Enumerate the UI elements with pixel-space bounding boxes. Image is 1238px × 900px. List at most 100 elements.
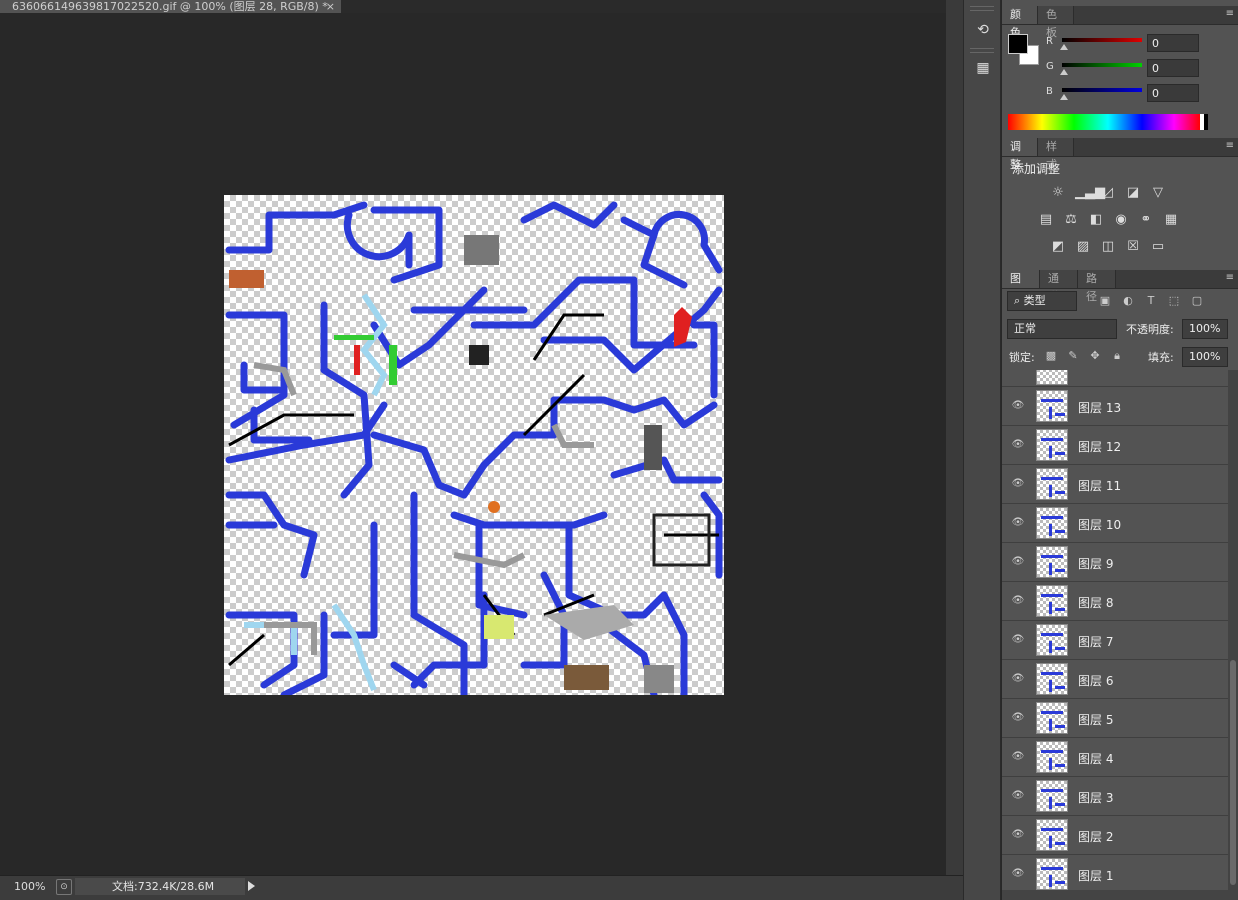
document-tab[interactable]: 636066149639817022520.gif @ 100% (图层 28,… [0, 0, 341, 13]
channel-b-input[interactable]: 0 [1147, 84, 1199, 102]
tab-styles[interactable]: 样式 [1038, 138, 1074, 171]
layer-name[interactable]: 图层 1 [1078, 867, 1113, 884]
selective-color-icon[interactable]: ☒ [1125, 239, 1141, 255]
vibrance-icon[interactable]: ▽ [1150, 185, 1166, 201]
layer-row[interactable]: 👁︎ 图层 5 [1002, 699, 1228, 738]
close-icon[interactable]: × [326, 0, 335, 13]
brightness-icon[interactable]: ☼ [1050, 185, 1066, 201]
history-icon[interactable]: ⟲ [973, 20, 993, 40]
channel-r-thumb[interactable] [1060, 44, 1068, 50]
layer-row[interactable]: 👁︎ 图层 6 [1002, 660, 1228, 699]
layer-row[interactable]: 👁︎ 图层 12 [1002, 426, 1228, 465]
eye-icon[interactable]: 👁︎ [1011, 439, 1025, 451]
layer-name[interactable]: 图层 13 [1078, 399, 1121, 416]
eye-icon[interactable]: 👁︎ [1011, 517, 1025, 529]
layer-name[interactable]: 图层 8 [1078, 594, 1113, 611]
tab-swatches[interactable]: 色板 [1038, 6, 1074, 39]
filter-smart-object-icon[interactable]: ▢ [1190, 294, 1204, 308]
layer-row-partial[interactable] [1002, 370, 1228, 387]
layer-name[interactable]: 图层 2 [1078, 828, 1113, 845]
layer-row[interactable]: 👁︎ 图层 3 [1002, 777, 1228, 816]
layer-filter-select[interactable]: ⌕ 类型 [1007, 291, 1077, 311]
layer-name[interactable]: 图层 6 [1078, 672, 1113, 689]
eye-icon[interactable]: 👁︎ [1011, 673, 1025, 685]
tab-layers[interactable]: 图层 [1002, 270, 1040, 303]
gradient-map-icon[interactable]: ▭ [1150, 239, 1166, 255]
tab-adjustments[interactable]: 调整 [1002, 138, 1038, 171]
layer-row[interactable]: 👁︎ 图层 7 [1002, 621, 1228, 660]
foreground-color-swatch[interactable] [1008, 34, 1028, 54]
black-white-icon[interactable]: ◧ [1088, 212, 1104, 228]
layer-name[interactable]: 图层 3 [1078, 789, 1113, 806]
threshold-icon[interactable]: ◫ [1100, 239, 1116, 255]
tab-channels[interactable]: 通道 [1040, 270, 1078, 303]
eye-icon[interactable]: 👁︎ [1011, 751, 1025, 763]
layer-name[interactable]: 图层 9 [1078, 555, 1113, 572]
canvas-vertical-scrollbar[interactable] [946, 0, 963, 900]
canvas-area[interactable] [0, 13, 946, 875]
eye-icon[interactable]: 👁︎ [1011, 634, 1025, 646]
filter-shape-icon[interactable]: ⬚ [1167, 294, 1181, 308]
layer-row[interactable]: 👁︎ 图层 2 [1002, 816, 1228, 855]
eye-icon[interactable]: 👁︎ [1011, 556, 1025, 568]
layer-row[interactable]: 👁︎ 图层 13 [1002, 387, 1228, 426]
canvas-image[interactable] [224, 195, 724, 695]
posterize-icon[interactable]: ▨ [1075, 239, 1091, 255]
zoom-level[interactable]: 100% [14, 880, 45, 893]
filter-pixel-icon[interactable]: ▣ [1098, 294, 1112, 308]
opacity-input[interactable]: 100% [1182, 319, 1228, 339]
color-lookup-icon[interactable]: ▦ [1163, 212, 1179, 228]
eye-icon[interactable]: 👁︎ [1011, 868, 1025, 880]
levels-icon[interactable]: ▁▃▆ [1075, 185, 1105, 201]
layer-row[interactable]: 👁︎ 图层 9 [1002, 543, 1228, 582]
layer-name[interactable]: 图层 4 [1078, 750, 1113, 767]
status-menu-arrow-icon[interactable] [248, 881, 255, 891]
layers-scrollbar[interactable] [1228, 370, 1238, 890]
fill-input[interactable]: 100% [1182, 347, 1228, 367]
layer-row[interactable]: 👁︎ 图层 11 [1002, 465, 1228, 504]
color-balance-icon[interactable]: ⚖ [1063, 212, 1079, 228]
eye-icon[interactable]: 👁︎ [1011, 790, 1025, 802]
channel-g-input[interactable]: 0 [1147, 59, 1199, 77]
exposure-icon[interactable]: ◪ [1125, 185, 1141, 201]
channel-r-input[interactable]: 0 [1147, 34, 1199, 52]
tab-color[interactable]: 颜色 [1002, 6, 1038, 39]
layer-row[interactable]: 👁︎ 图层 8 [1002, 582, 1228, 621]
document-info[interactable]: 文档:732.4K/28.6M [75, 878, 245, 895]
panel-menu-icon[interactable]: ≡ [1226, 9, 1234, 19]
channel-b-thumb[interactable] [1060, 94, 1068, 100]
layer-name[interactable]: 图层 10 [1078, 516, 1121, 533]
layer-row[interactable]: 👁︎ 图层 10 [1002, 504, 1228, 543]
layer-name[interactable]: 图层 7 [1078, 633, 1113, 650]
photo-filter-icon[interactable]: ◉ [1113, 212, 1129, 228]
panel-grip[interactable] [970, 48, 994, 53]
filter-type-icon[interactable]: T [1144, 294, 1158, 308]
layer-name[interactable]: 图层 5 [1078, 711, 1113, 728]
layer-row[interactable]: 👁︎ 图层 4 [1002, 738, 1228, 777]
hue-saturation-icon[interactable]: ▤ [1038, 212, 1054, 228]
layer-row[interactable]: 👁︎ 图层 1 [1002, 855, 1228, 890]
eye-icon[interactable]: 👁︎ [1011, 829, 1025, 841]
eye-icon[interactable]: 👁︎ [1011, 595, 1025, 607]
blend-mode-select[interactable]: 正常 [1007, 319, 1117, 339]
channel-b-slider[interactable] [1062, 88, 1142, 92]
channel-mixer-icon[interactable]: ⚭ [1138, 212, 1154, 228]
channel-r-slider[interactable] [1062, 38, 1142, 42]
eye-icon[interactable]: 👁︎ [1011, 400, 1025, 412]
eye-icon[interactable]: 👁︎ [1011, 478, 1025, 490]
tab-paths[interactable]: 路径 [1078, 270, 1116, 303]
layer-name[interactable]: 图层 12 [1078, 438, 1121, 455]
curves-icon[interactable]: ◿ [1100, 185, 1116, 201]
panel-grip[interactable] [970, 6, 994, 11]
color-spectrum-bar[interactable] [1008, 114, 1208, 130]
panel-menu-icon[interactable]: ≡ [1226, 141, 1234, 151]
channel-g-thumb[interactable] [1060, 69, 1068, 75]
lock-transparent-icon[interactable]: ▩ [1044, 349, 1058, 363]
panel-menu-icon[interactable]: ≡ [1226, 273, 1234, 283]
layers-scroll-thumb[interactable] [1230, 660, 1236, 885]
status-info-icon[interactable]: ⊙ [56, 879, 72, 895]
lock-all-icon[interactable]: 🔒︎ [1110, 349, 1124, 363]
eye-icon[interactable]: 👁︎ [1011, 712, 1025, 724]
layer-name[interactable]: 图层 11 [1078, 477, 1121, 494]
properties-icon[interactable]: ▦ [973, 58, 993, 78]
